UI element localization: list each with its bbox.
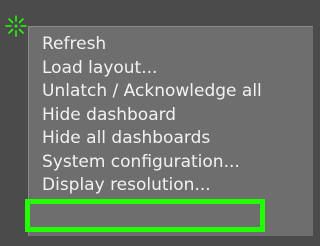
menu-item-refresh[interactable]: Refresh <box>42 33 262 57</box>
menu-list: Refresh Load layout... Unlatch / Acknowl… <box>42 33 262 198</box>
menu-item-load-layout[interactable]: Load layout... <box>42 57 262 81</box>
menu-item-system-configuration[interactable]: System configuration... <box>42 151 262 175</box>
menu-item-display-resolution[interactable]: Display resolution... <box>42 174 262 198</box>
screen: Refresh Load layout... Unlatch / Acknowl… <box>0 0 318 246</box>
menu-item-hide-all-dashboards[interactable]: Hide all dashboards <box>42 127 262 151</box>
context-menu: Refresh Load layout... Unlatch / Acknowl… <box>28 26 313 236</box>
menu-item-unlatch-acknowledge-all[interactable]: Unlatch / Acknowledge all <box>42 80 262 104</box>
gear-sparkle-icon[interactable] <box>5 15 27 37</box>
menu-item-hide-dashboard[interactable]: Hide dashboard <box>42 104 262 128</box>
